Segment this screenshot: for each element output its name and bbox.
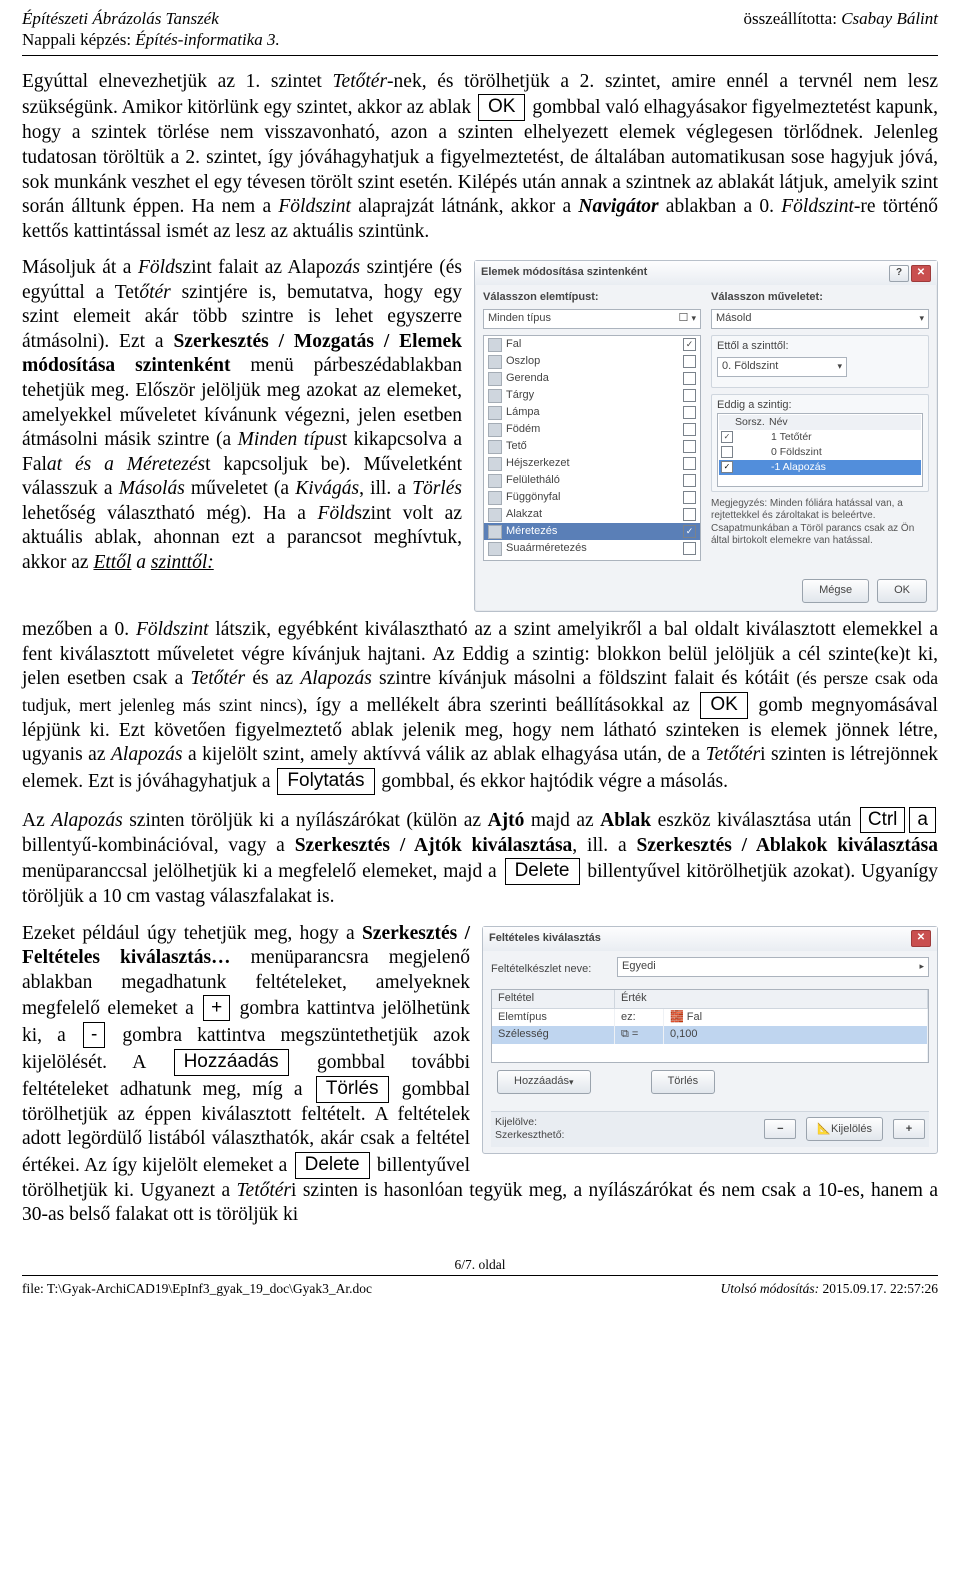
add-criteria-button[interactable]: Hozzáadás ▾ bbox=[497, 1070, 591, 1094]
author-name: Csabay Bálint bbox=[841, 9, 938, 28]
column-icon bbox=[488, 355, 502, 369]
author-prefix: összeállította: bbox=[743, 9, 841, 28]
dialog-1-note: Megjegyzés: Minden fóliára hatással van,… bbox=[711, 498, 929, 548]
criteria-table[interactable]: FeltételÉrték Elemtípusez:🧱 Fal Szélessé… bbox=[491, 989, 929, 1064]
ok-key-2: OK bbox=[700, 692, 747, 719]
plus-key: + bbox=[203, 995, 230, 1021]
close-icon[interactable]: ✕ bbox=[911, 265, 931, 282]
plus-button[interactable]: + bbox=[893, 1119, 925, 1139]
object-icon bbox=[488, 389, 502, 403]
roof-icon bbox=[488, 440, 502, 454]
dialog-2: Feltételes kiválasztás ✕ Feltételkészlet… bbox=[482, 926, 938, 1154]
set-name-combo[interactable]: Egyedi▸ bbox=[617, 957, 929, 977]
delete-key-2: Delete bbox=[295, 1152, 370, 1179]
from-level-combo[interactable]: 0. Földszint▾ bbox=[717, 357, 847, 377]
page-number: 6/7. oldal bbox=[22, 1256, 938, 1273]
slab-icon bbox=[488, 423, 502, 437]
level-list[interactable]: Sorsz.Név ✓1 Tetőtér 0 Földszint ✓-1 Ala… bbox=[717, 413, 923, 487]
select-type-label: Válasszon elemtípust: bbox=[483, 291, 701, 305]
close-icon-2[interactable]: ✕ bbox=[911, 930, 931, 947]
radial-icon bbox=[488, 542, 502, 556]
page-header: Építészeti Ábrázolás Tanszék Nappali kép… bbox=[22, 8, 938, 51]
curtainwall-icon bbox=[488, 491, 502, 505]
ok-key: OK bbox=[478, 94, 525, 121]
beam-icon bbox=[488, 372, 502, 386]
paragraph-3: mezőben a 0. Földszint látszik, egyébkén… bbox=[22, 618, 938, 795]
dimension-icon bbox=[488, 525, 502, 539]
to-level-label: Eddig a szintig: bbox=[717, 399, 923, 413]
ctrl-key: Ctrl bbox=[860, 807, 906, 833]
help-icon[interactable]: ? bbox=[889, 265, 909, 282]
minus-button[interactable]: − bbox=[764, 1119, 796, 1139]
file-path: file: T:\Gyak-ArchiCAD19\EpInf3_gyak_19_… bbox=[22, 1280, 372, 1297]
dialog-1-titlebar: Elemek módosítása szintenként ? ✕ bbox=[475, 261, 937, 285]
modified-label: Utolsó módosítás: bbox=[720, 1281, 822, 1296]
modified-date: 2015.09.17. 22:57:26 bbox=[822, 1281, 938, 1296]
paragraph-4: Az Alapozás szinten töröljük ki a nyílás… bbox=[22, 807, 938, 910]
select-button[interactable]: 📐 Kijelölés bbox=[806, 1117, 883, 1141]
ok-button[interactable]: OK bbox=[877, 579, 927, 603]
select-action-label: Válasszon műveletet: bbox=[711, 291, 929, 305]
set-name-label: Feltételkészlet neve: bbox=[491, 963, 611, 977]
lamp-icon bbox=[488, 406, 502, 420]
dept-name: Építészeti Ábrázolás Tanszék bbox=[22, 9, 219, 28]
shape-icon bbox=[488, 508, 502, 522]
dialog-1: Elemek módosítása szintenként ? ✕ Válass… bbox=[474, 260, 938, 612]
dialog-2-titlebar: Feltételes kiválasztás ✕ bbox=[483, 927, 937, 951]
continue-key: Folytatás bbox=[277, 768, 374, 795]
paragraph-1: Egyúttal elnevezhetjük az 1. szintet Tet… bbox=[22, 70, 938, 244]
type-list[interactable]: Fal✓ Oszlop Gerenda Tárgy Lámpa Födém Te… bbox=[483, 335, 701, 561]
header-divider bbox=[22, 55, 938, 56]
selected-label: Kijelölve: bbox=[495, 1116, 564, 1129]
delete-criteria-key: Törlés bbox=[316, 1076, 389, 1103]
wall-icon bbox=[488, 338, 502, 352]
course-prefix: Nappali képzés: bbox=[22, 30, 135, 49]
dialog-2-title: Feltételes kiválasztás bbox=[489, 932, 601, 946]
delete-criteria-button[interactable]: Törlés bbox=[651, 1070, 716, 1094]
from-level-label: Ettől a szinttől: bbox=[717, 340, 923, 354]
delete-key: Delete bbox=[505, 858, 580, 885]
add-key: Hozzáadás bbox=[174, 1049, 289, 1076]
cancel-button[interactable]: Mégse bbox=[802, 579, 869, 603]
mesh-icon bbox=[488, 474, 502, 488]
action-combo[interactable]: Másold▾ bbox=[711, 309, 929, 329]
a-key: a bbox=[909, 807, 936, 833]
page-footer: 6/7. oldal file: T:\Gyak-ArchiCAD19\EpIn… bbox=[22, 1256, 938, 1297]
type-combo[interactable]: Minden típus ☐ ▾ bbox=[483, 309, 701, 329]
editable-label: Szerkeszthető: bbox=[495, 1129, 564, 1142]
course-name: Építés-informatika 3. bbox=[135, 30, 279, 49]
dialog-1-title: Elemek módosítása szintenként bbox=[481, 266, 647, 280]
minus-key: - bbox=[83, 1022, 105, 1048]
shell-icon bbox=[488, 457, 502, 471]
